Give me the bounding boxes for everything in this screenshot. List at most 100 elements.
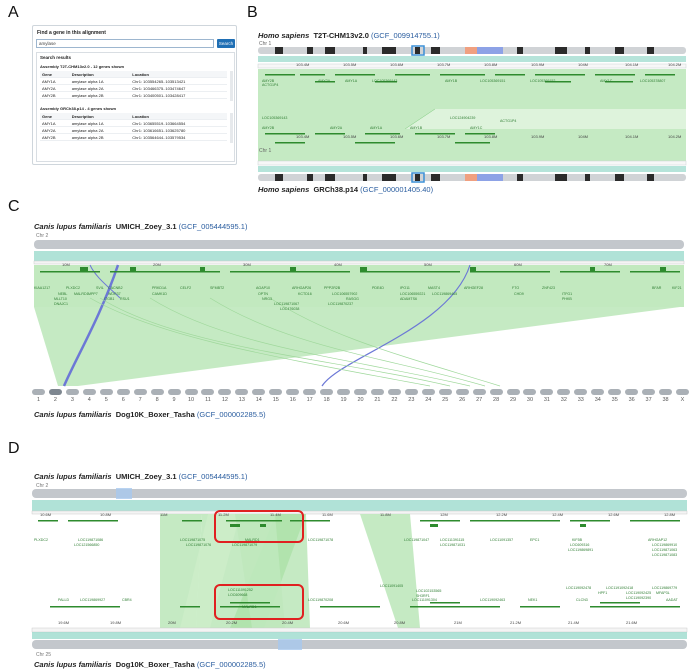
chromosome-13[interactable] xyxy=(235,389,249,395)
panelc-gene-label[interactable]: ARHGEF28 xyxy=(464,286,483,290)
paneld-gene-label[interactable]: LOC11091405 xyxy=(380,584,403,588)
table-row[interactable]: AMY2B amylase alpha 2B Chr1: 103400501..10… xyxy=(40,91,227,99)
panelc-gene-label[interactable]: BFAR xyxy=(652,286,661,290)
chromosome-24[interactable] xyxy=(421,389,435,395)
paneld-gene-label[interactable]: LOC119092425 xyxy=(626,591,651,595)
panelc-gene-label[interactable]: MPP7 xyxy=(88,292,98,296)
panelc-gene-label[interactable]: LOC476038 xyxy=(280,307,299,311)
panelc-gene-label[interactable]: IPO11 xyxy=(400,286,410,290)
panelc-gene-label[interactable]: LOC119869465 xyxy=(432,292,457,296)
panelc-gene-label[interactable]: WDR37 xyxy=(108,292,121,296)
panelb-gene-label[interactable]: LOC105378807 xyxy=(640,79,665,83)
panelb-gene-label[interactable]: AMY1A xyxy=(345,79,357,83)
panelc-gene-label[interactable]: FTO xyxy=(512,286,519,290)
panelc-gene-label[interactable]: ADAMTS6 xyxy=(400,297,417,301)
paneld-gene-label[interactable]: PLXDC2 xyxy=(34,538,48,542)
chromosome-32[interactable] xyxy=(557,389,571,395)
paneld-selection-top[interactable] xyxy=(116,488,132,499)
chromosome-31[interactable] xyxy=(540,389,554,395)
paneld-gene-label[interactable]: LOC121566850 xyxy=(74,543,99,547)
paneld-gene-label[interactable]: EPC1 xyxy=(530,538,539,542)
chromosome-30[interactable] xyxy=(523,389,537,395)
panelc-gene-label[interactable]: MALRD1 xyxy=(74,292,89,296)
panelc-gene-label[interactable]: MAST4 xyxy=(428,286,440,290)
chromosome-28[interactable] xyxy=(489,389,503,395)
panelb-gene-label[interactable]: AMY1A xyxy=(370,126,382,130)
table-row[interactable]: AMY2A amylase alpha 2A Chr1: 103616651..10… xyxy=(40,126,227,134)
panelb-gene-label[interactable]: AMY1B xyxy=(445,79,457,83)
panelc-gene-label[interactable]: CACNB2 xyxy=(108,286,123,290)
paneld-gene-label[interactable]: LOC119092390 xyxy=(626,596,651,600)
scrollbar-1[interactable] xyxy=(230,71,233,101)
chromosome-5[interactable] xyxy=(99,389,113,395)
table-row[interactable]: AMY2B amylase alpha 2B Chr1: 103564644..10… xyxy=(40,133,227,141)
paneld-gene-label[interactable]: LOC119870208 xyxy=(308,598,333,602)
paneld-chr-bar-bottom[interactable] xyxy=(32,640,687,649)
chromosome-29[interactable] xyxy=(506,389,520,395)
panelc-gene-label[interactable]: ARHGAP26 xyxy=(292,286,311,290)
table-row[interactable]: AMY1A amylase alpha 1A Chr1: 103554265..10… xyxy=(40,77,227,85)
paneld-gene-label[interactable]: SH3RF1 xyxy=(416,594,430,598)
panelb-gene-label[interactable]: LOC105369151 xyxy=(480,79,505,83)
paneld-gene-label[interactable]: LOC119871076 xyxy=(186,543,211,547)
paneld-gene-label[interactable]: LOC119871078 xyxy=(308,538,333,542)
panelc-gene-label[interactable]: CAMK1D xyxy=(152,292,167,296)
panelc-gene-label[interactable]: PHKB xyxy=(562,297,572,301)
panelb-gene-label[interactable]: AMY1C xyxy=(470,126,482,130)
chromosome-34[interactable] xyxy=(591,389,605,395)
paneld-gene-label[interactable]: LOC119092463 xyxy=(480,598,505,602)
chromosome-4[interactable] xyxy=(82,389,96,395)
panelc-gene-label[interactable]: NRG3 xyxy=(262,297,272,301)
chromosome-23[interactable] xyxy=(404,389,418,395)
panelb-gene-label[interactable]: LOC105369152 xyxy=(530,79,555,83)
chromosome-7[interactable] xyxy=(133,389,147,395)
chromosome-12[interactable] xyxy=(218,389,232,395)
panelb-gene-label[interactable]: AMY1C xyxy=(600,79,612,83)
chromosome-19[interactable] xyxy=(337,389,351,395)
paneld-gene-label[interactable]: LOC119871086 xyxy=(78,538,103,542)
panelc-gene-label[interactable]: AGAP10 xyxy=(256,286,270,290)
panelb-gene-label[interactable]: AMY2A xyxy=(330,126,342,130)
panelc-gene-label[interactable]: PDE4D xyxy=(372,286,384,290)
panelc-gene-label[interactable]: CELF2 xyxy=(180,286,191,290)
chromosome-36[interactable] xyxy=(625,389,639,395)
paneld-gene-label[interactable]: LOC1191092418 xyxy=(606,586,633,590)
search-button[interactable]: Search xyxy=(217,39,235,48)
paneld-gene-label[interactable]: LOC111091304 xyxy=(412,598,437,602)
paneld-gene-label[interactable]: PALLD xyxy=(58,598,69,602)
paneld-gene-label[interactable]: LOC102153565 xyxy=(416,589,441,593)
chromosome-16[interactable] xyxy=(286,389,300,395)
chromosome-21[interactable] xyxy=(370,389,384,395)
paneld-gene-label[interactable]: LOC11091357 xyxy=(490,538,513,542)
panelc-gene-label[interactable]: RSU1 xyxy=(120,297,130,301)
paneld-gene-label[interactable]: CBR4 xyxy=(122,598,132,602)
panelc-gene-label[interactable]: DNAJC1 xyxy=(54,302,68,306)
panelc-gene-label[interactable]: LOC119871067 xyxy=(274,302,299,306)
paneld-gene-label[interactable]: LOC119871031 xyxy=(440,543,465,547)
table-row[interactable]: AMY2A amylase alpha 2A Chr1: 103466375..10… xyxy=(40,84,227,92)
panelc-gene-label[interactable]: SVIL xyxy=(96,286,104,290)
chromosome-8[interactable] xyxy=(150,389,164,395)
paneld-gene-label[interactable]: LOC119871047 xyxy=(404,538,429,542)
paneld-gene-label[interactable]: LOC609316 xyxy=(570,543,589,547)
panelb-gene-label[interactable]: LOC105369143 xyxy=(262,116,287,120)
panelb-gene-label[interactable]: AMY2A xyxy=(318,79,330,83)
paneld-selection-bottom[interactable] xyxy=(278,639,302,650)
panelc-gene-label[interactable]: LOC119870237 xyxy=(328,302,353,306)
paneld-gene-label[interactable]: LOC119871079 xyxy=(232,543,257,547)
paneld-gene-label[interactable]: ARHGAP12 xyxy=(648,538,667,542)
paneld-gene-label[interactable]: LOC119869891 xyxy=(568,548,593,552)
panelc-gene-label[interactable]: OPTN xyxy=(258,292,268,296)
panelc-gene-label[interactable]: LOC106557902 xyxy=(332,292,357,296)
chromosome-33[interactable] xyxy=(574,389,588,395)
paneld-gene-label[interactable]: LOC119871075 xyxy=(180,538,205,542)
paneld-gene-label[interactable]: LOC119871063 xyxy=(652,548,677,552)
panelc-gene-label[interactable]: MLLT10 xyxy=(54,297,67,301)
panelc-gene-label[interactable]: KCTD16 xyxy=(298,292,312,296)
chromosome-6[interactable] xyxy=(116,389,130,395)
paneld-gene-label[interactable]: MFAP3L xyxy=(656,591,670,595)
table-row[interactable]: AMY1A amylase alpha 1A Chr1: 103655519..10… xyxy=(40,119,227,127)
chromosome-26[interactable] xyxy=(455,389,469,395)
panelb-gene-label[interactable]: ACTG1P4 xyxy=(500,119,516,123)
chromosome-15[interactable] xyxy=(269,389,283,395)
